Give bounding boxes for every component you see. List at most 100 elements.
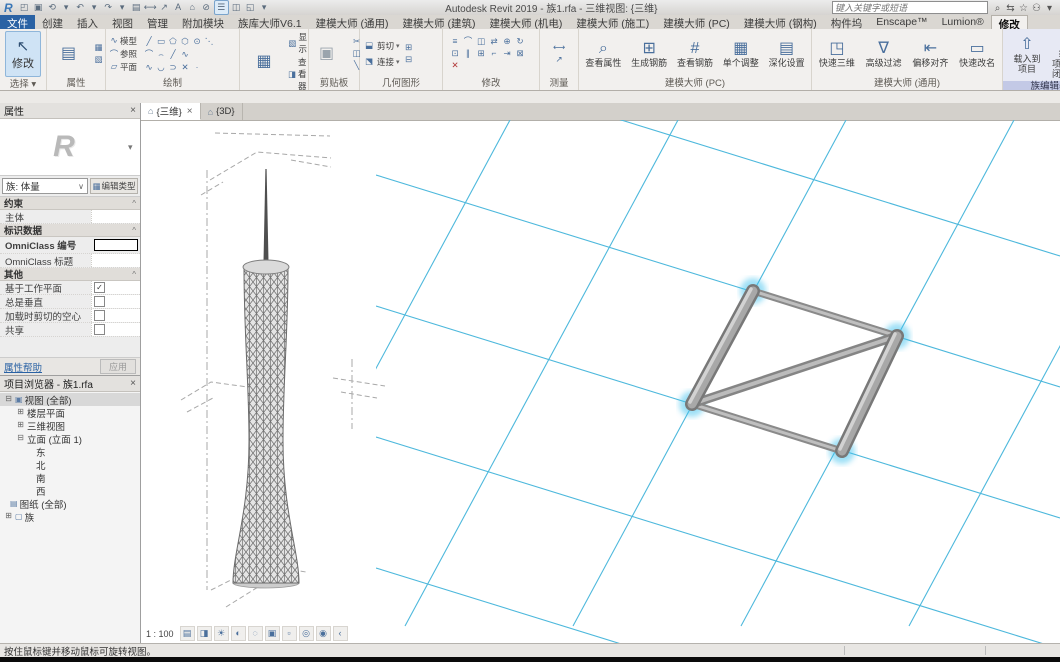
- paste-button[interactable]: ▣: [306, 45, 348, 63]
- ribbon-tab[interactable]: Lumion®: [935, 15, 991, 29]
- ribbon-tab[interactable]: 创建: [35, 15, 70, 29]
- join-caret[interactable]: ▾: [396, 58, 400, 66]
- view-tab-3d[interactable]: ⌂ {3D}: [201, 103, 243, 120]
- properties-help-link[interactable]: 属性帮助: [4, 360, 42, 374]
- cut-caret[interactable]: ▾: [396, 42, 400, 50]
- load-into-project-button[interactable]: ⇧ 载入到 项目: [1006, 36, 1048, 74]
- model-view[interactable]: 1 : 100 ▤ ◨ ☀ ◐ ◌ ▣ ▫ ◎ ◉ ‹: [141, 120, 1060, 644]
- ribbon-tab[interactable]: 建模大师 (机电): [482, 15, 569, 29]
- tree-item-south[interactable]: 南: [0, 471, 140, 485]
- ribbon-tab[interactable]: 建模大师 (建筑): [396, 15, 483, 29]
- align-icon[interactable]: ≡: [449, 36, 461, 47]
- property-row-cut-with-voids[interactable]: 加载时剪切的空心: [0, 309, 140, 323]
- dimension-tool-icon[interactable]: ↗: [553, 54, 565, 65]
- icon[interactable]: ⌢: [155, 49, 167, 60]
- ribbon-tab[interactable]: 建模大师 (钢构): [737, 15, 824, 29]
- search-icon[interactable]: ⌕: [991, 3, 1004, 14]
- property-row-omniclass-number[interactable]: OmniClass 编号: [0, 237, 140, 254]
- measure-icon[interactable]: ⟷: [144, 1, 157, 14]
- trim-icon[interactable]: ⊡: [449, 48, 461, 59]
- copy-icon[interactable]: ⊕: [501, 36, 513, 47]
- scale-icon[interactable]: ⌐: [488, 48, 500, 59]
- undo-caret[interactable]: ▾: [88, 1, 101, 14]
- drawing-canvas[interactable]: ⌂ {三维} × ⌂ {3D} 1: 100 ▤ ◨ ☀ ◐ ◌ ▣ ▫ ◎ …: [141, 103, 1060, 644]
- tower-mass-model[interactable]: [232, 169, 300, 589]
- tree-item-3d-views[interactable]: ⊞ 三维视图: [0, 419, 140, 433]
- default-3d-view-icon[interactable]: ⌂: [186, 1, 199, 14]
- section-pin-icon[interactable]: ^: [132, 199, 136, 208]
- icon[interactable]: ╱: [167, 49, 179, 60]
- show-crop-icon[interactable]: ▫: [281, 626, 297, 641]
- edit-type-button[interactable]: ▦ 编辑类型: [90, 178, 138, 194]
- section-other[interactable]: 其他: [4, 267, 23, 281]
- ribbon-tab[interactable]: 修改: [990, 15, 1028, 29]
- unpin-icon[interactable]: ⇥: [501, 48, 513, 59]
- icon[interactable]: ⋱: [203, 36, 215, 47]
- redo-icon[interactable]: ↷: [102, 1, 115, 14]
- advanced-filter-button[interactable]: ∇ 高级过滤: [863, 40, 905, 68]
- icon[interactable]: ∿: [179, 49, 191, 60]
- property-row-shared[interactable]: 共享: [0, 323, 140, 337]
- section-icon[interactable]: ⊘: [200, 1, 213, 14]
- pin-icon[interactable]: ⊠: [514, 48, 526, 59]
- icon[interactable]: ⊃: [167, 62, 179, 73]
- property-row-omniclass-title[interactable]: OmniClass 标题: [0, 254, 140, 268]
- section-constraints[interactable]: 约束: [4, 196, 23, 210]
- sun-path-icon[interactable]: ☀: [213, 626, 229, 641]
- type-preview[interactable]: R ▾: [0, 119, 140, 176]
- text-icon[interactable]: A: [172, 1, 185, 14]
- section-pin-icon[interactable]: ^: [132, 270, 136, 279]
- ribbon-tab[interactable]: 建模大师 (施工): [569, 15, 656, 29]
- quick-rename-button[interactable]: ▭ 快速改名: [956, 40, 998, 68]
- icon[interactable]: ⬠: [167, 36, 179, 47]
- ribbon-tab[interactable]: 视图: [105, 15, 140, 29]
- panel-label-select[interactable]: 选择 ▾: [0, 79, 46, 90]
- checkbox[interactable]: ✓: [94, 282, 105, 293]
- sync-icon[interactable]: ⟲: [46, 1, 59, 14]
- close-hidden-windows-icon[interactable]: ◫: [230, 1, 243, 14]
- checkbox[interactable]: [94, 296, 105, 307]
- icon[interactable]: ∿: [143, 62, 155, 73]
- join-geometry-icon[interactable]: ⊟: [403, 54, 415, 65]
- help-search-input[interactable]: [832, 1, 988, 14]
- properties-close-icon[interactable]: ×: [130, 105, 136, 116]
- apply-button[interactable]: 应用: [100, 359, 136, 374]
- checkbox[interactable]: [94, 324, 105, 335]
- ribbon-tab[interactable]: 族库大师V6.1: [231, 15, 309, 29]
- temp-hide-isolate-icon[interactable]: ◎: [298, 626, 314, 641]
- mirror-icon[interactable]: ◫: [475, 36, 487, 47]
- single-adjust-button[interactable]: ▦ 单个调整: [720, 40, 762, 68]
- measure-tool-icon[interactable]: ⟷: [553, 42, 565, 53]
- tree-item-floor-plans[interactable]: ⊞ 楼层平面: [0, 406, 140, 420]
- view-scale[interactable]: 1 : 100: [146, 629, 174, 639]
- signin-icon[interactable]: ⚇: [1030, 3, 1043, 14]
- checkbox[interactable]: [94, 310, 105, 321]
- qat-customize-caret[interactable]: ▾: [258, 1, 271, 14]
- save-icon[interactable]: ▣: [32, 1, 45, 14]
- ribbon-tab[interactable]: Enscape™: [869, 15, 934, 29]
- switch-windows-icon[interactable]: ◱: [244, 1, 257, 14]
- crop-view-icon[interactable]: ▣: [264, 626, 280, 641]
- thin-lines-icon[interactable]: ☰: [213, 0, 229, 15]
- type-selector-caret-icon[interactable]: ∨: [78, 182, 84, 191]
- ribbon-tab[interactable]: 附加模块: [175, 15, 231, 29]
- ribbon-tab[interactable]: 建模大师 (通用): [309, 15, 396, 29]
- generate-rebar-button[interactable]: ⊞ 生成钢筋: [628, 40, 670, 68]
- icon[interactable]: ╱: [143, 36, 155, 47]
- preview-caret-icon[interactable]: ▾: [128, 142, 140, 153]
- icon[interactable]: ⌒: [143, 49, 155, 60]
- split-icon[interactable]: ∥: [462, 48, 474, 59]
- ribbon-tab[interactable]: 插入: [70, 15, 105, 29]
- tree-item-elevations[interactable]: ⊟ 立面 (立面 1): [0, 432, 140, 446]
- array-icon[interactable]: ⊞: [475, 48, 487, 59]
- family-category-icon[interactable]: ▦: [93, 42, 105, 53]
- family-types-icon[interactable]: ▧: [93, 54, 105, 65]
- icon[interactable]: ✕: [179, 62, 191, 73]
- view-tab-3d-family[interactable]: ⌂ {三维} ×: [141, 103, 201, 120]
- property-row-host[interactable]: 主体: [0, 210, 140, 224]
- revit-logo[interactable]: R: [4, 1, 13, 15]
- join-geometry-button[interactable]: ⬔ 连接 ▾: [363, 56, 400, 68]
- render-icon[interactable]: ◌: [247, 626, 263, 641]
- icon[interactable]: ▭: [155, 36, 167, 47]
- project-browser-close-icon[interactable]: ×: [130, 378, 136, 389]
